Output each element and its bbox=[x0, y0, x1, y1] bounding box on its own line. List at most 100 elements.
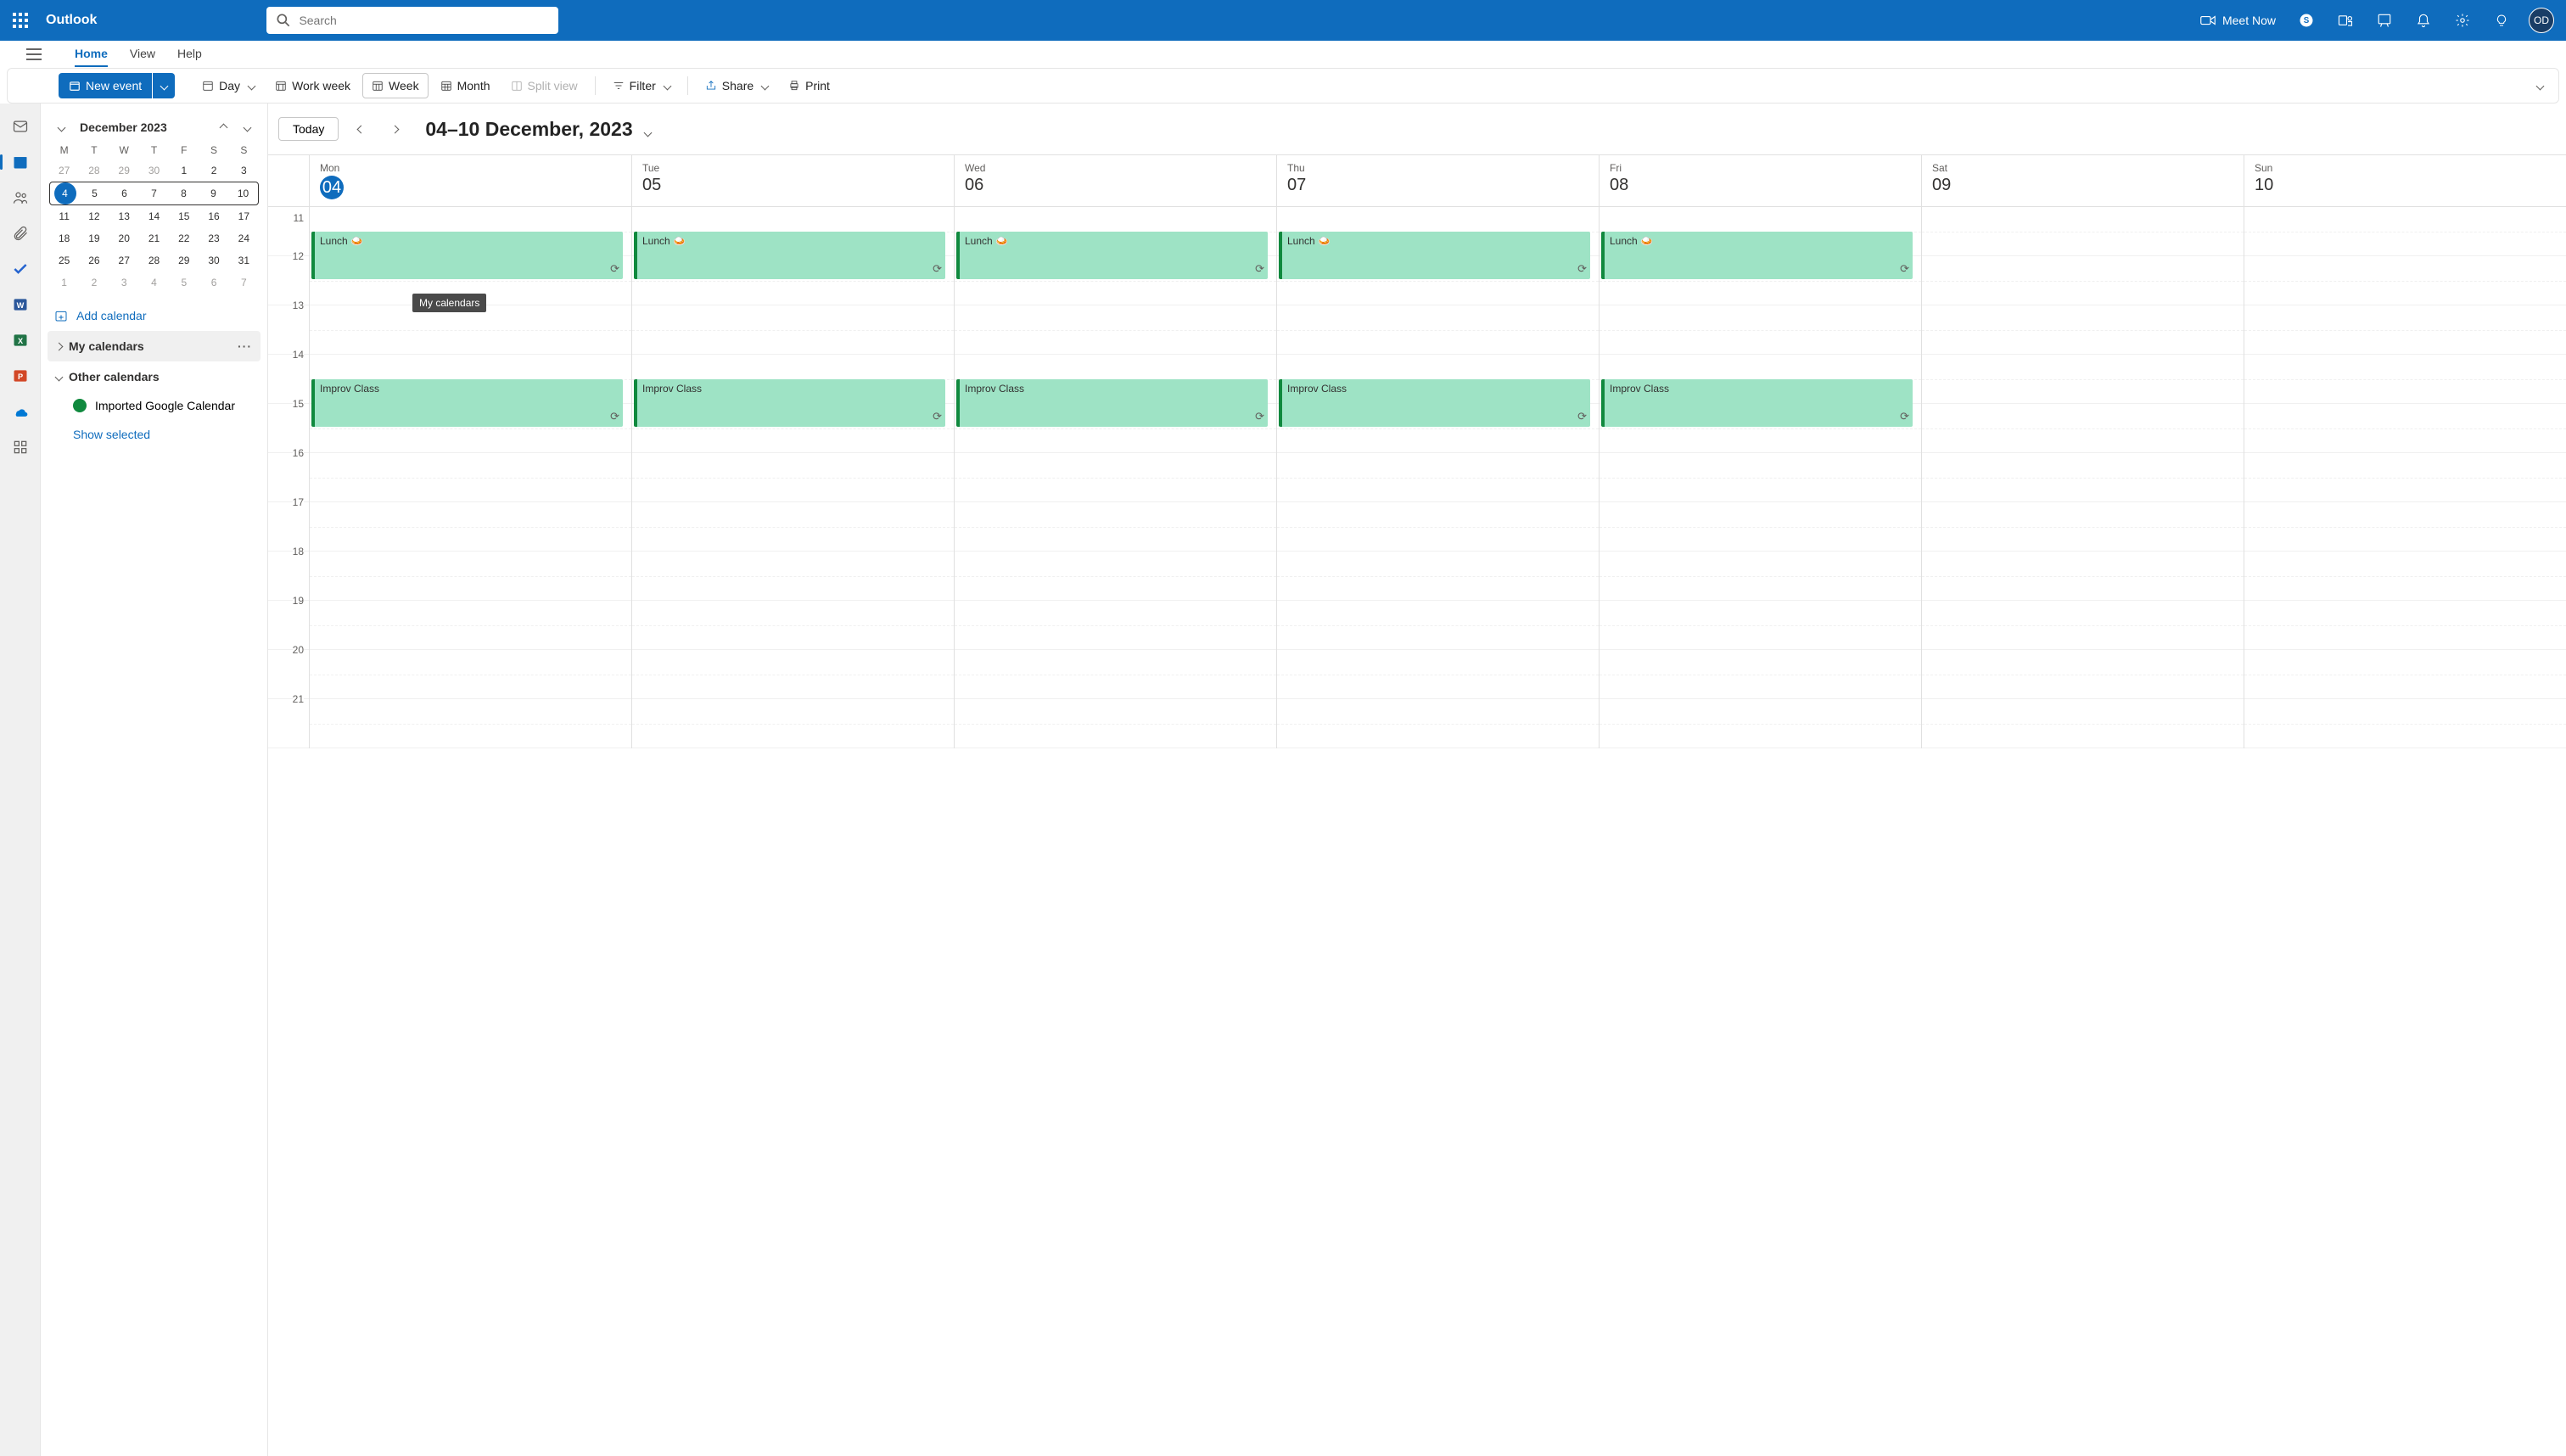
mini-cal-day[interactable]: 3 bbox=[229, 160, 259, 182]
view-week-button[interactable]: Week bbox=[362, 73, 429, 98]
date-range-title[interactable]: 04–10 December, 2023 bbox=[425, 118, 651, 141]
rail-excel[interactable]: X bbox=[0, 326, 41, 355]
new-event-button[interactable]: New event bbox=[59, 73, 152, 98]
meet-now-button[interactable]: Meet Now bbox=[2192, 14, 2284, 27]
rail-more-apps[interactable] bbox=[0, 433, 41, 462]
today-button[interactable]: Today bbox=[278, 117, 339, 141]
mini-cal-day[interactable]: 29 bbox=[169, 249, 199, 272]
mini-cal-day[interactable]: 10 bbox=[228, 182, 258, 204]
event-improv[interactable]: Improv Class⟳ bbox=[311, 379, 623, 427]
mini-cal-day[interactable]: 12 bbox=[79, 205, 109, 227]
mini-cal-next[interactable] bbox=[237, 117, 257, 137]
event-lunch[interactable]: Lunch 🍛⟳ bbox=[634, 232, 945, 279]
mini-cal-day[interactable]: 20 bbox=[109, 227, 139, 249]
mini-cal-day[interactable]: 28 bbox=[139, 249, 169, 272]
day-column[interactable]: Lunch 🍛⟳Improv Class⟳ bbox=[1599, 207, 1921, 748]
rail-people[interactable] bbox=[0, 183, 41, 212]
day-header[interactable]: Sat09 bbox=[1921, 155, 2244, 206]
day-header[interactable]: Tue05 bbox=[631, 155, 954, 206]
rail-powerpoint[interactable]: P bbox=[0, 361, 41, 390]
event-improv[interactable]: Improv Class⟳ bbox=[1279, 379, 1590, 427]
day-header[interactable]: Thu07 bbox=[1276, 155, 1599, 206]
mini-cal-day[interactable]: 17 bbox=[229, 205, 259, 227]
day-header[interactable]: Mon04 bbox=[309, 155, 631, 206]
ribbon-mode-icon[interactable] bbox=[2367, 0, 2401, 41]
prev-week-button[interactable] bbox=[349, 117, 373, 141]
new-event-dropdown[interactable] bbox=[153, 73, 175, 98]
rail-calendar[interactable] bbox=[0, 148, 41, 176]
mini-cal-day[interactable]: 9 bbox=[199, 182, 228, 204]
app-launcher[interactable] bbox=[7, 7, 34, 34]
mini-cal-day[interactable]: 22 bbox=[169, 227, 199, 249]
event-lunch[interactable]: Lunch 🍛⟳ bbox=[1279, 232, 1590, 279]
mini-cal-day[interactable]: 7 bbox=[139, 182, 169, 204]
mini-cal-day[interactable]: 30 bbox=[199, 249, 228, 272]
add-calendar-button[interactable]: Add calendar bbox=[48, 300, 261, 331]
tab-home[interactable]: Home bbox=[75, 42, 108, 67]
event-improv[interactable]: Improv Class⟳ bbox=[956, 379, 1268, 427]
tab-view[interactable]: View bbox=[130, 42, 155, 67]
mini-cal-day[interactable]: 13 bbox=[109, 205, 139, 227]
mini-cal-day[interactable]: 18 bbox=[49, 227, 79, 249]
day-column[interactable]: Lunch 🍛⟳ Improv Class⟳ bbox=[309, 207, 631, 748]
mini-cal-day[interactable]: 3 bbox=[109, 272, 139, 294]
rail-todo[interactable] bbox=[0, 255, 41, 283]
notifications-icon[interactable] bbox=[2406, 0, 2440, 41]
day-column[interactable]: Lunch 🍛⟳Improv Class⟳ bbox=[631, 207, 954, 748]
mini-cal-day[interactable]: 26 bbox=[79, 249, 109, 272]
mini-cal-day[interactable]: 6 bbox=[199, 272, 228, 294]
mini-cal-day[interactable]: 2 bbox=[79, 272, 109, 294]
next-week-button[interactable] bbox=[383, 117, 406, 141]
mini-cal-day[interactable]: 5 bbox=[169, 272, 199, 294]
day-header[interactable]: Sun10 bbox=[2244, 155, 2566, 206]
event-lunch[interactable]: Lunch 🍛⟳ bbox=[956, 232, 1268, 279]
rail-word[interactable]: W bbox=[0, 290, 41, 319]
mini-cal-day[interactable]: 30 bbox=[139, 160, 169, 182]
calendar-grid[interactable]: 1112131415161718192021 Lunch 🍛⟳Improv Cl… bbox=[268, 207, 2566, 1456]
mini-cal-day[interactable]: 25 bbox=[49, 249, 79, 272]
view-month-button[interactable]: Month bbox=[432, 73, 499, 98]
mini-cal-day[interactable]: 29 bbox=[109, 160, 139, 182]
print-button[interactable]: Print bbox=[780, 73, 838, 98]
mini-cal-day[interactable]: 24 bbox=[229, 227, 259, 249]
more-icon[interactable]: ··· bbox=[238, 339, 252, 353]
day-header[interactable]: Fri08 bbox=[1599, 155, 1921, 206]
show-selected-link[interactable]: Show selected bbox=[48, 419, 261, 450]
search-input[interactable] bbox=[299, 14, 550, 27]
rail-mail[interactable] bbox=[0, 112, 41, 141]
filter-button[interactable]: Filter bbox=[604, 73, 679, 98]
teams-icon[interactable] bbox=[2328, 0, 2362, 41]
rail-onedrive[interactable] bbox=[0, 397, 41, 426]
mini-cal-day[interactable]: 2 bbox=[199, 160, 228, 182]
mini-cal-day[interactable]: 1 bbox=[169, 160, 199, 182]
mini-cal-day[interactable]: 14 bbox=[139, 205, 169, 227]
mini-cal-day[interactable]: 27 bbox=[109, 249, 139, 272]
mini-cal-day[interactable]: 4 bbox=[54, 182, 76, 204]
mini-cal-day[interactable]: 19 bbox=[79, 227, 109, 249]
day-column[interactable]: Lunch 🍛⟳ Improv Class⟳ bbox=[954, 207, 1276, 748]
view-work-week-button[interactable]: Work week bbox=[266, 73, 359, 98]
mini-cal-prev[interactable] bbox=[213, 117, 233, 137]
day-column[interactable]: Lunch 🍛⟳ Improv Class⟳ bbox=[1276, 207, 1599, 748]
mini-cal-day[interactable]: 27 bbox=[49, 160, 79, 182]
mini-cal-day[interactable]: 23 bbox=[199, 227, 228, 249]
mini-cal-day[interactable]: 7 bbox=[229, 272, 259, 294]
mini-cal-day[interactable]: 5 bbox=[80, 182, 109, 204]
mini-cal-collapse[interactable] bbox=[51, 117, 71, 137]
event-improv[interactable]: Improv Class⟳ bbox=[1601, 379, 1913, 427]
mini-cal-day[interactable]: 16 bbox=[199, 205, 228, 227]
day-header[interactable]: Wed06 bbox=[954, 155, 1276, 206]
view-day-button[interactable]: Day bbox=[193, 73, 263, 98]
ribbon-expand[interactable] bbox=[2530, 76, 2550, 96]
mini-cal-day[interactable]: 11 bbox=[49, 205, 79, 227]
mini-cal-day[interactable]: 15 bbox=[169, 205, 199, 227]
hamburger-menu[interactable] bbox=[14, 41, 54, 68]
account-avatar[interactable]: OD bbox=[2529, 8, 2554, 33]
settings-icon[interactable] bbox=[2446, 0, 2479, 41]
event-lunch[interactable]: Lunch 🍛⟳ bbox=[311, 232, 623, 279]
share-button[interactable]: Share bbox=[697, 73, 776, 98]
my-calendars-group[interactable]: My calendars ··· bbox=[48, 331, 261, 361]
search-box[interactable] bbox=[266, 7, 558, 34]
skype-icon[interactable]: S bbox=[2289, 0, 2323, 41]
mini-cal-day[interactable]: 8 bbox=[169, 182, 199, 204]
